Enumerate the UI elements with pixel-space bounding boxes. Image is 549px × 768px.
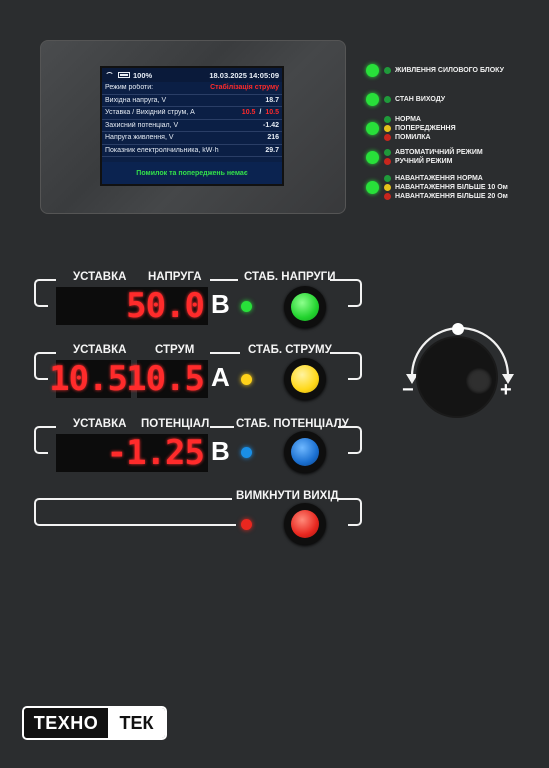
lcd-row-meter: Показник електролічильника, kW·h 29.7 xyxy=(102,145,282,157)
status-led xyxy=(366,122,379,135)
label-stab-current: СТАБ. СТРУМУ xyxy=(248,344,332,356)
potential-display: -1.25 xyxy=(56,433,208,473)
lcd-screen: 100% 18.03.2025 14:05:09 Режим роботи: С… xyxy=(100,66,284,186)
brand-logo: ТЕХНО ТЕК xyxy=(22,706,167,740)
mode-value: Стабілізація струму xyxy=(210,84,279,92)
label-setpoint-current: УСТАВКА xyxy=(73,344,127,356)
stab-voltage-button[interactable] xyxy=(284,286,326,328)
adjust-knob[interactable] xyxy=(418,338,496,416)
lcd-row-current: Уставка / Вихідний струм, А 10.5 / 10.5 xyxy=(102,107,282,120)
control-panel: 100% 18.03.2025 14:05:09 Режим роботи: С… xyxy=(0,0,549,768)
output-led xyxy=(366,93,379,106)
potential-mode-led xyxy=(241,447,252,458)
voltage-mode-led xyxy=(241,301,252,312)
label-output-off: ВИМКНУТИ ВИХІД xyxy=(236,490,339,502)
label-stab-potential: СТАБ. ПОТЕНЦІАЛУ xyxy=(236,418,349,430)
indicator-load: НАВАНТАЖЕННЯ НОРМА НАВАНТАЖЕННЯ БІЛЬШЕ 10… xyxy=(366,174,508,201)
label-setpoint-voltage: УСТАВКА xyxy=(73,271,127,283)
lcd-row-mode: Режим роботи: Стабілізація струму xyxy=(102,82,282,95)
potential-unit: В xyxy=(211,436,230,466)
current-setpoint-display: 10.5 xyxy=(49,359,131,399)
lcd-status-bar: 100% 18.03.2025 14:05:09 xyxy=(102,68,282,82)
current-display: 10.5 xyxy=(126,359,208,399)
stab-current-button[interactable] xyxy=(284,358,326,400)
label-potential: ПОТЕНЦІАЛ xyxy=(141,418,210,430)
label-current: СТРУМ xyxy=(155,344,195,356)
power-led xyxy=(366,64,379,77)
lcd-message: Помилок та попереджень немає xyxy=(102,162,282,184)
label-stab-voltage: СТАБ. НАПРУГИ xyxy=(244,271,336,283)
voltage-unit: В xyxy=(211,289,230,319)
lcd-row-supply: Напруга живлення, V 216 xyxy=(102,132,282,145)
current-unit: А xyxy=(211,362,230,392)
indicator-mode: АВТОМАТИЧНИЙ РЕЖИМ РУЧНИЙ РЕЖИМ xyxy=(366,148,483,166)
load-led xyxy=(366,181,379,194)
battery-level: 100% xyxy=(133,70,153,80)
current-mode-led xyxy=(241,374,252,385)
battery-icon xyxy=(118,72,130,78)
datetime: 18.03.2025 14:05:09 xyxy=(209,70,279,80)
wifi-icon xyxy=(105,71,114,79)
label-voltage: НАПРУГА xyxy=(148,271,202,283)
mode-led xyxy=(366,151,379,164)
knob-marker xyxy=(452,323,464,335)
indicator-output: СТАН ВИХОДУ xyxy=(366,93,445,106)
stab-potential-button[interactable] xyxy=(284,431,326,473)
indicator-power: ЖИВЛЕННЯ СИЛОВОГО БЛОКУ xyxy=(366,64,504,77)
output-off-button[interactable] xyxy=(284,503,326,545)
knob-minus-label: − xyxy=(402,379,414,401)
knob-plus-label: + xyxy=(500,379,512,401)
label-setpoint-potential: УСТАВКА xyxy=(73,418,127,430)
lcd-row-output-voltage: Вихідна напруга, V 18.7 xyxy=(102,95,282,107)
voltage-display: 50.0 xyxy=(56,286,208,326)
output-off-led xyxy=(241,519,252,530)
indicator-status: НОРМА ПОПЕРЕДЖЕННЯ ПОМИЛКА xyxy=(366,115,456,142)
lcd-row-potential: Захисний потенціал, V -1.42 xyxy=(102,120,282,132)
